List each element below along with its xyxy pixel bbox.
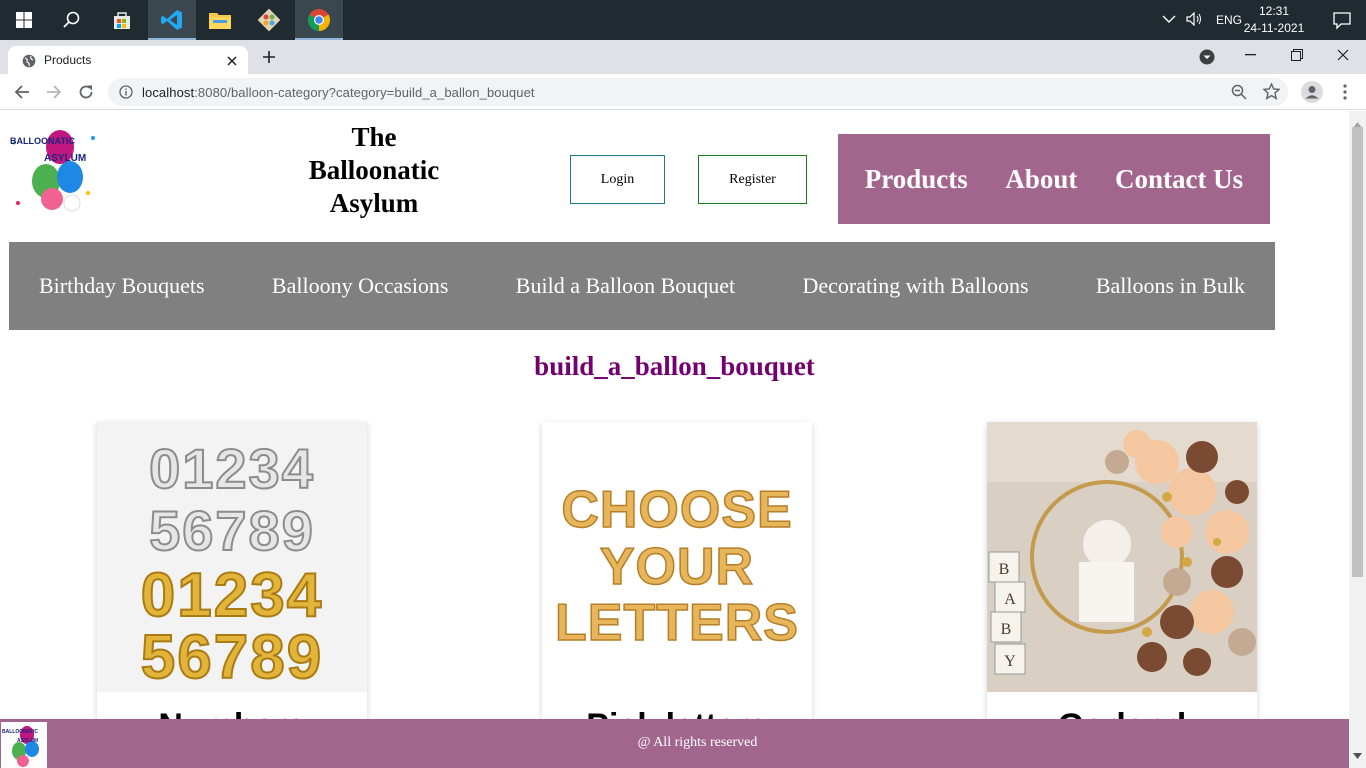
chevron-up-icon[interactable] bbox=[1162, 13, 1176, 27]
category-decorating-with-balloons[interactable]: Decorating with Balloons bbox=[802, 273, 1028, 299]
volume-icon[interactable] bbox=[1186, 11, 1204, 29]
new-tab-icon[interactable] bbox=[262, 50, 276, 69]
minimize-icon[interactable] bbox=[1228, 40, 1274, 70]
category-build-a-balloon-bouquet[interactable]: Build a Balloon Bouquet bbox=[516, 273, 735, 299]
url-host: localhost bbox=[142, 85, 195, 100]
system-tray: ENG bbox=[1162, 0, 1242, 40]
svg-text:ASYLUM: ASYLUM bbox=[44, 153, 86, 164]
url-path: :8080/balloon-category?category=build_a_… bbox=[194, 85, 535, 100]
footer-text: @ All rights reserved bbox=[637, 735, 758, 750]
svg-text:B: B bbox=[999, 561, 1010, 578]
site-title-line1: The bbox=[351, 122, 397, 152]
chrome-icon[interactable] bbox=[295, 0, 343, 40]
product-card[interactable]: 01234 56789 01234 56789 Numbers bbox=[97, 422, 367, 752]
notifications-icon[interactable] bbox=[1332, 10, 1352, 35]
page-viewport: BALLOONATIC ASYLUM The Balloonatic Asylu… bbox=[0, 111, 1349, 768]
store-icon[interactable] bbox=[98, 0, 146, 40]
svg-text:56789: 56789 bbox=[149, 499, 315, 562]
scroll-thumb[interactable] bbox=[1352, 127, 1363, 577]
svg-text:BALLOONATIC: BALLOONATIC bbox=[10, 136, 75, 146]
product-image-garland[interactable]: BABY bbox=[987, 422, 1257, 692]
zoom-icon[interactable] bbox=[1231, 84, 1247, 105]
svg-text:01234: 01234 bbox=[141, 561, 323, 630]
browser-toolbar: localhost:8080/balloon-category?category… bbox=[0, 74, 1366, 110]
start-icon[interactable] bbox=[0, 0, 48, 40]
tab-title: Products bbox=[44, 53, 92, 67]
clock-date: 24-11-2021 bbox=[1243, 21, 1305, 35]
product-card[interactable]: BABY Garland bbox=[987, 422, 1257, 752]
forward-icon[interactable] bbox=[39, 74, 69, 110]
bookmark-star-icon[interactable] bbox=[1262, 82, 1281, 105]
page-heading: build_a_ballon_bouquet bbox=[534, 351, 815, 381]
close-tab-icon[interactable] bbox=[226, 54, 238, 72]
svg-text:B: B bbox=[1001, 621, 1012, 638]
globe-icon bbox=[22, 54, 36, 73]
product-image-numbers[interactable]: 01234 56789 01234 56789 bbox=[97, 422, 367, 692]
svg-text:A: A bbox=[1004, 591, 1016, 608]
address-bar[interactable]: localhost:8080/balloon-category?category… bbox=[108, 78, 1288, 106]
url-text: localhost:8080/balloon-category?category… bbox=[142, 85, 535, 100]
profile-avatar-icon[interactable] bbox=[1297, 74, 1327, 110]
page-scrollbar[interactable] bbox=[1349, 111, 1366, 768]
vscode-icon[interactable] bbox=[148, 0, 196, 40]
restore-icon[interactable] bbox=[1274, 40, 1320, 70]
svg-text:56789: 56789 bbox=[141, 623, 323, 692]
info-icon[interactable] bbox=[119, 85, 133, 104]
nav-products[interactable]: Products bbox=[865, 164, 968, 195]
site-footer: BALLOONATIC ASYLUM @ All rights reserved bbox=[0, 719, 1349, 768]
git-icon[interactable] bbox=[245, 0, 293, 40]
product-card[interactable]: CHOOSE YOUR LETTERS Pick letters bbox=[542, 422, 812, 752]
search-icon[interactable] bbox=[48, 0, 96, 40]
reload-icon[interactable] bbox=[71, 74, 101, 110]
category-birthday-bouquets[interactable]: Birthday Bouquets bbox=[39, 273, 205, 299]
language-indicator[interactable]: ENG bbox=[1216, 13, 1242, 27]
nav-contact-us[interactable]: Contact Us bbox=[1115, 164, 1243, 195]
tab-strip: Products bbox=[0, 40, 1366, 74]
file-explorer-icon[interactable] bbox=[196, 0, 244, 40]
svg-text:01234: 01234 bbox=[149, 437, 315, 500]
site-title-line3: Asylum bbox=[329, 188, 419, 218]
tab-search-icon[interactable] bbox=[1199, 49, 1215, 70]
category-nav: Birthday Bouquets Balloony Occasions Bui… bbox=[9, 242, 1275, 330]
svg-text:LETTERS: LETTERS bbox=[555, 594, 799, 652]
back-icon[interactable] bbox=[7, 74, 37, 110]
svg-text:CHOOSE: CHOOSE bbox=[561, 481, 792, 539]
clock-time: 12:31 bbox=[1258, 4, 1290, 18]
close-window-icon[interactable] bbox=[1320, 40, 1366, 70]
product-image-letters[interactable]: CHOOSE YOUR LETTERS bbox=[542, 422, 812, 692]
site-logo[interactable]: BALLOONATIC ASYLUM bbox=[8, 123, 100, 215]
scroll-down-icon[interactable] bbox=[1353, 746, 1362, 764]
nav-about[interactable]: About bbox=[1005, 164, 1077, 195]
login-button[interactable]: Login bbox=[570, 155, 665, 204]
svg-text:YOUR: YOUR bbox=[600, 538, 754, 596]
taskbar: ENG 12:31 24-11-2021 bbox=[0, 0, 1366, 40]
category-balloons-in-bulk[interactable]: Balloons in Bulk bbox=[1096, 273, 1245, 299]
register-button[interactable]: Register bbox=[698, 155, 807, 204]
svg-text:Y: Y bbox=[1004, 653, 1016, 670]
category-balloony-occasions[interactable]: Balloony Occasions bbox=[272, 273, 449, 299]
browser-tab[interactable]: Products bbox=[8, 46, 248, 74]
site-title: The Balloonatic Asylum bbox=[284, 121, 464, 220]
site-title-line2: Balloonatic bbox=[308, 155, 440, 185]
main-nav: Products About Contact Us bbox=[838, 134, 1270, 224]
kebab-menu-icon[interactable] bbox=[1330, 74, 1360, 110]
clock[interactable]: 12:31 24-11-2021 bbox=[1240, 3, 1308, 37]
